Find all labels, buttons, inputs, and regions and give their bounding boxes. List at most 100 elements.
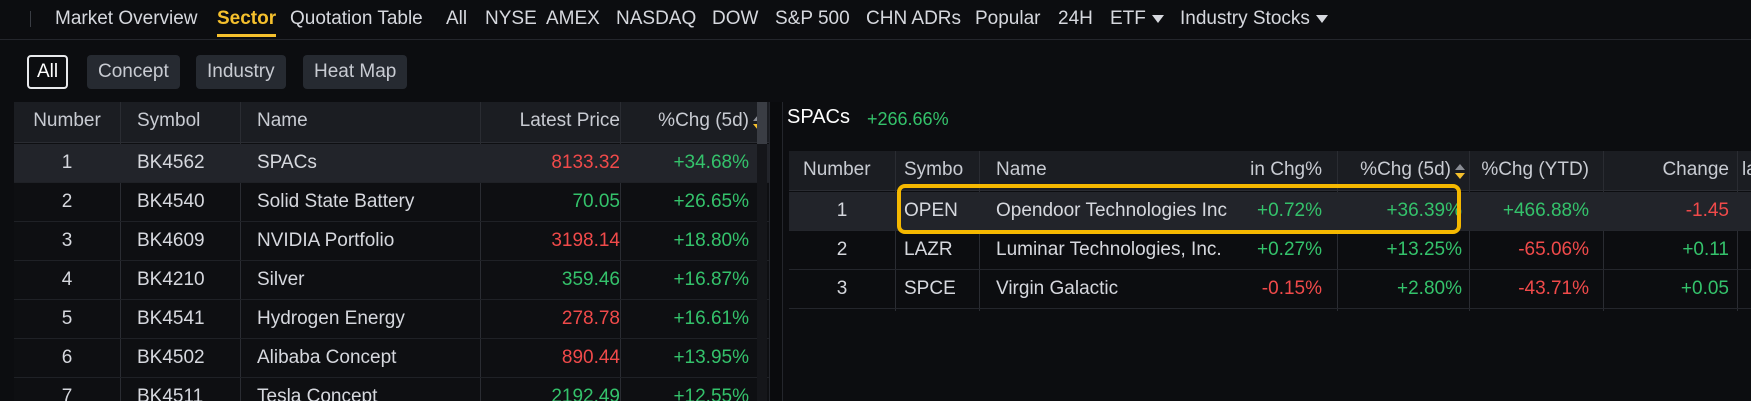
table-row[interactable]: 4 BK4210 Silver 359.46 +16.87% xyxy=(14,261,769,300)
row-name: Hydrogen Energy xyxy=(257,308,405,329)
filter-all-button[interactable]: All xyxy=(27,55,69,89)
row-symbol: SPCE xyxy=(904,278,956,299)
row-symbol: BK4540 xyxy=(137,191,205,212)
row-price: 3198.14 xyxy=(551,230,620,251)
nav-amex[interactable]: AMEX xyxy=(546,6,600,34)
header-number[interactable]: Number xyxy=(14,102,120,140)
nav-sp500[interactable]: S&P 500 xyxy=(775,6,850,34)
row-min-chg: +0.27% xyxy=(1257,239,1322,260)
row-symbol: BK4541 xyxy=(137,308,205,329)
nav-sector[interactable]: Sector xyxy=(217,6,277,37)
nav-popular[interactable]: Popular xyxy=(975,6,1041,34)
row-name: Solid State Battery xyxy=(257,191,415,212)
nav-nasdaq[interactable]: NASDAQ xyxy=(616,6,696,34)
row-chg5d: +18.80% xyxy=(673,230,749,251)
nav-dow[interactable]: DOW xyxy=(712,6,758,34)
row-change: +0.11 xyxy=(1682,239,1729,260)
market-nav-bar: Market Overview Sector Quotation Table A… xyxy=(0,0,1751,40)
filter-heatmap-button[interactable]: Heat Map xyxy=(303,55,408,89)
row-symbol: BK4502 xyxy=(137,347,205,368)
nav-24h[interactable]: 24H xyxy=(1058,6,1093,34)
scrollbar-thumb[interactable] xyxy=(757,102,767,144)
sector-table-header: Number Symbol Name Latest Price %Chg (5d… xyxy=(14,102,769,143)
table-row[interactable]: 1 BK4562 SPACs 8133.32 +34.68% xyxy=(14,144,769,183)
row-name: Silver xyxy=(257,269,305,290)
row-name: Virgin Galactic xyxy=(996,278,1119,299)
row-price: 8133.32 xyxy=(551,152,620,173)
row-symbol: BK4609 xyxy=(137,230,205,251)
row-price: 70.05 xyxy=(572,191,620,212)
row-change: +0.05 xyxy=(1680,278,1729,299)
detail-change: +266.66% xyxy=(867,109,949,129)
nav-market-overview[interactable]: Market Overview xyxy=(55,6,198,34)
sort-asc-icon[interactable] xyxy=(1455,164,1465,170)
row-number: 1 xyxy=(836,200,848,221)
header-symbol[interactable]: Symbo xyxy=(904,151,963,189)
nav-all[interactable]: All xyxy=(446,6,467,34)
header-change[interactable]: Change xyxy=(1609,151,1729,189)
caret-down-icon xyxy=(1315,14,1328,23)
row-change: -1.45 xyxy=(1685,200,1729,221)
nav-nyse[interactable]: NYSE xyxy=(485,6,537,34)
row-number: 6 xyxy=(61,347,73,368)
table-row[interactable]: 3 BK4609 NVIDIA Portfolio 3198.14 +18.80… xyxy=(14,222,769,261)
header-latest-price[interactable]: Latest Price xyxy=(484,102,620,140)
row-number: 2 xyxy=(61,191,73,212)
panel-resize-handle[interactable] xyxy=(769,102,783,401)
header-number[interactable]: Number xyxy=(803,151,871,189)
row-price: 359.46 xyxy=(561,269,620,290)
row-price: 2192.49 xyxy=(551,386,620,401)
header-symbol[interactable]: Symbol xyxy=(137,102,200,140)
row-name: Tesla Concept xyxy=(257,386,378,401)
filter-concept-button[interactable]: Concept xyxy=(87,55,180,89)
row-chg5d: +2.80% xyxy=(1397,278,1462,299)
row-symbol: BK4210 xyxy=(137,269,205,290)
constituent-table: Number Symbo Name in Chg% %Chg (5d) %Chg… xyxy=(789,151,1751,311)
header-min-chg[interactable]: in Chg% xyxy=(1189,151,1322,189)
row-chg-ytd: +466.88% xyxy=(1502,200,1589,221)
sort-desc-icon[interactable] xyxy=(1455,173,1465,179)
row-chg5d: +16.87% xyxy=(673,269,749,290)
row-number: 3 xyxy=(61,230,73,251)
nav-chn-adrs[interactable]: CHN ADRs xyxy=(866,6,961,34)
filter-industry-button[interactable]: Industry xyxy=(196,55,286,89)
table-row[interactable]: 1 OPEN Opendoor Technologies Inc +0.72% … xyxy=(789,192,1751,231)
table-row[interactable]: 7 BK4511 Tesla Concept 2192.49 +12.55% xyxy=(14,378,769,401)
nav-industry-stocks-label: Industry Stocks xyxy=(1180,8,1310,29)
header-name[interactable]: Name xyxy=(996,151,1047,189)
row-chg5d: +13.95% xyxy=(673,347,749,368)
row-number: 3 xyxy=(836,278,848,299)
header-last[interactable]: la xyxy=(1742,151,1751,189)
caret-down-icon xyxy=(1151,14,1164,23)
row-number: 7 xyxy=(61,386,73,401)
table-row[interactable]: 2 LAZR Luminar Technologies, Inc. +0.27%… xyxy=(789,231,1751,270)
row-chg5d: +34.68% xyxy=(673,152,749,173)
row-symbol: BK4562 xyxy=(137,152,205,173)
header-chg5d[interactable]: %Chg (5d) xyxy=(1349,151,1451,189)
table-row[interactable]: 5 BK4541 Hydrogen Energy 278.78 +16.61% xyxy=(14,300,769,339)
row-symbol: BK4511 xyxy=(137,386,204,401)
nav-etf-label: ETF xyxy=(1110,8,1146,29)
nav-quotation-table[interactable]: Quotation Table xyxy=(290,6,423,34)
constituent-table-header: Number Symbo Name in Chg% %Chg (5d) %Chg… xyxy=(789,151,1751,191)
row-price: 890.44 xyxy=(561,347,620,368)
detail-title: SPACs xyxy=(787,106,850,128)
table-row[interactable]: 2 BK4540 Solid State Battery 70.05 +26.6… xyxy=(14,183,769,222)
row-chg5d: +26.65% xyxy=(673,191,749,212)
row-chg5d: +12.55% xyxy=(673,386,749,401)
row-chg-ytd: -43.71% xyxy=(1518,278,1589,299)
row-chg5d: +13.25% xyxy=(1386,239,1462,260)
table-row[interactable]: 6 BK4502 Alibaba Concept 890.44 +13.95% xyxy=(14,339,769,378)
nav-industry-stocks-dropdown[interactable]: Industry Stocks xyxy=(1180,6,1328,34)
row-number: 2 xyxy=(836,239,848,260)
header-chg-ytd[interactable]: %Chg (YTD) xyxy=(1469,151,1589,189)
table-row[interactable]: 3 SPCE Virgin Galactic -0.15% +2.80% -43… xyxy=(789,270,1751,309)
header-chg5d[interactable]: %Chg (5d) xyxy=(634,102,749,140)
header-name[interactable]: Name xyxy=(257,102,308,140)
row-name: Luminar Technologies, Inc. xyxy=(996,239,1222,260)
row-min-chg: +0.72% xyxy=(1257,200,1322,221)
row-chg-ytd: -65.06% xyxy=(1518,239,1589,260)
row-min-chg: -0.15% xyxy=(1261,278,1322,299)
nav-etf-dropdown[interactable]: ETF xyxy=(1110,6,1164,34)
sector-table-scrollbar[interactable] xyxy=(757,102,767,401)
